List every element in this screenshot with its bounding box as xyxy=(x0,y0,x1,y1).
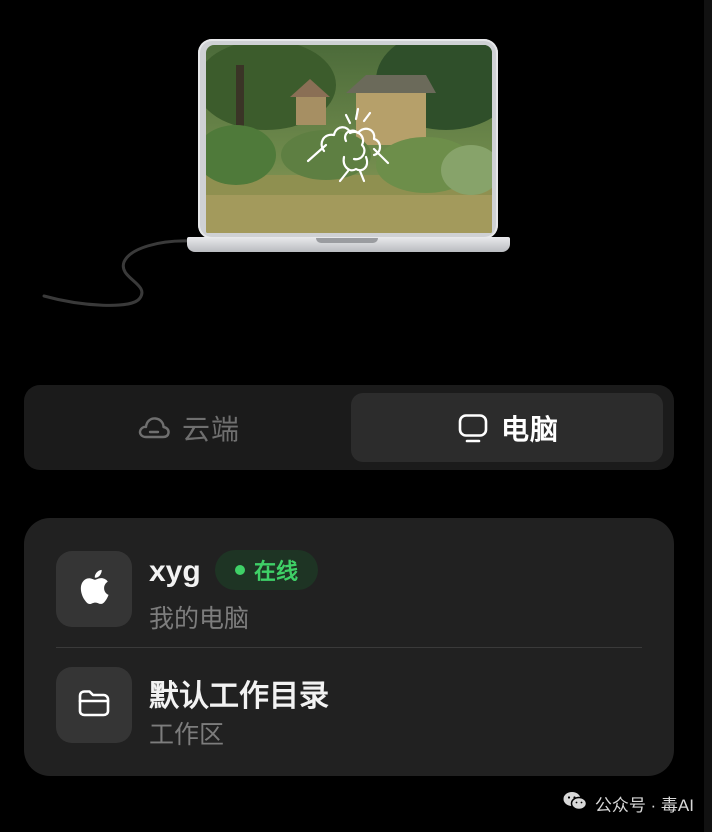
tab-computer-label: 电脑 xyxy=(500,413,559,445)
device-card: xyg 在线 我的电脑 默认工作目录 工作区 xyxy=(24,518,674,776)
tab-cloud[interactable]: 云端 xyxy=(32,393,344,462)
location-tabs: 云端 电脑 xyxy=(24,385,674,470)
laptop-notch xyxy=(316,238,378,243)
wechat-icon xyxy=(563,791,588,816)
workspace-row[interactable]: 默认工作目录 工作区 xyxy=(24,634,674,750)
apple-icon-tile xyxy=(56,551,132,627)
device-name: xyg xyxy=(149,555,201,588)
hero-illustration xyxy=(0,0,712,340)
watermark: 公众号 · 毒AI xyxy=(563,791,694,816)
device-row[interactable]: xyg 在线 我的电脑 xyxy=(24,518,674,634)
laptop-screen-painting xyxy=(206,45,492,233)
status-badge: 在线 xyxy=(215,550,318,590)
cloud-icon xyxy=(136,410,172,446)
status-text: 在线 xyxy=(253,559,298,584)
monitor-icon xyxy=(455,410,491,446)
apple-icon xyxy=(77,568,111,611)
workspace-title: 默认工作目录 xyxy=(149,680,329,713)
folder-icon-tile xyxy=(56,667,132,743)
online-dot-icon xyxy=(234,565,245,575)
watermark-text: 公众号 · 毒AI xyxy=(594,796,694,815)
device-subtitle: 我的电脑 xyxy=(149,605,250,633)
folder-icon xyxy=(77,688,111,723)
workspace-subtitle: 工作区 xyxy=(149,721,225,749)
tab-cloud-label: 云端 xyxy=(181,413,240,445)
tab-computer[interactable]: 电脑 xyxy=(351,393,663,462)
